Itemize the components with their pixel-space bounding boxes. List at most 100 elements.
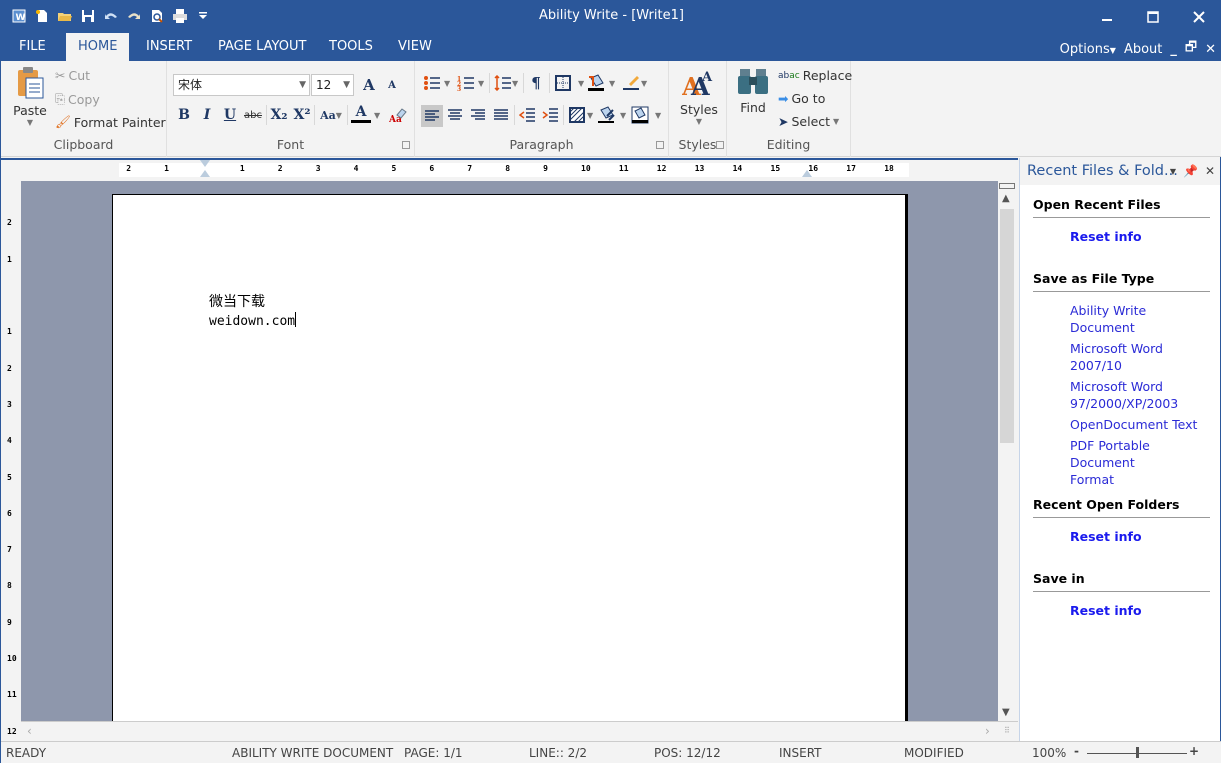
numbering-button[interactable]: 123 (456, 73, 476, 93)
pin-icon[interactable]: 📌 (1183, 158, 1198, 185)
zoom-out-button[interactable]: - (1074, 744, 1079, 758)
chevron-down-icon[interactable]: ▼ (578, 79, 584, 88)
background-color-button[interactable] (630, 105, 650, 125)
replace-button[interactable]: ab ac Replace (778, 68, 852, 83)
ruler-tick-label: 13 (694, 164, 705, 173)
chevron-down-icon[interactable]: ▼ (655, 111, 661, 120)
shading-button[interactable] (586, 73, 606, 93)
horizontal-ruler[interactable]: 2 1 1 2 3 4 5 6 7 8 9 10 11 12 13 14 15 16 17 18 (1, 158, 1018, 181)
bullets-button[interactable] (422, 73, 442, 93)
vertical-scrollbar[interactable]: ▲ ▼ (998, 181, 1018, 721)
document-canvas[interactable]: 微当下载 weidown.com (21, 181, 998, 721)
styles-button[interactable]: AAA Styles ▼ (675, 67, 723, 126)
strikethrough-button[interactable]: abc (243, 105, 263, 125)
doc-line-2[interactable]: weidown.com (209, 312, 297, 329)
justify-button[interactable] (491, 105, 511, 125)
bold-button[interactable]: B (174, 105, 194, 125)
doc-restore-button[interactable]: 🗗 (1185, 38, 1197, 60)
pattern-color-button[interactable] (596, 105, 616, 125)
zoom-in-button[interactable]: + (1189, 744, 1199, 758)
font-size-select[interactable]: 12 ▼ (311, 74, 354, 96)
chevron-down-icon[interactable]: ▼ (512, 79, 518, 88)
file-type-pdf[interactable]: PDF Portable Document Format (1070, 437, 1180, 488)
document-page[interactable]: 微当下载 weidown.com (112, 194, 908, 721)
scroll-right-button[interactable]: › (985, 724, 990, 738)
tab-insert[interactable]: INSERT (134, 33, 204, 61)
paragraph-dialog-launcher[interactable] (656, 141, 664, 149)
reset-info-link[interactable]: Reset info (1070, 602, 1142, 619)
format-painter-button[interactable]: 🖌 Format Painter (55, 114, 166, 130)
tab-view[interactable]: VIEW (386, 33, 444, 61)
vertical-ruler[interactable]: 2 1 1 2 3 4 5 6 7 8 9 10 11 12 (1, 181, 21, 741)
vertical-scroll-thumb[interactable] (1000, 209, 1014, 443)
doc-line-1[interactable]: 微当下载 (209, 291, 265, 311)
borders-button[interactable] (553, 73, 573, 93)
font-name-select[interactable]: 宋体 ▼ (173, 74, 310, 96)
font-dialog-launcher[interactable] (402, 141, 410, 149)
highlight-button[interactable] (621, 73, 641, 93)
highlighter-icon (623, 76, 639, 90)
chevron-down-icon[interactable]: ▼ (374, 111, 380, 120)
clear-formatting-button[interactable]: Aa (388, 105, 408, 125)
copy-button[interactable]: ⎘ Copy (55, 91, 100, 107)
doc-minimize-button[interactable]: _ (1170, 42, 1177, 57)
left-indent-marker[interactable] (200, 170, 210, 177)
first-line-indent-marker[interactable] (200, 160, 210, 167)
superscript-button[interactable]: X² (292, 105, 312, 125)
line-spacing-button[interactable] (493, 73, 513, 93)
tab-home[interactable]: HOME (66, 33, 130, 61)
file-type-word-2007[interactable]: Microsoft Word 2007/10 (1070, 340, 1180, 374)
about-menu[interactable]: About (1124, 42, 1162, 57)
hatch-pattern-icon (569, 107, 585, 123)
scroll-down-button[interactable]: ▼ (1002, 707, 1010, 718)
zoom-slider-thumb[interactable] (1136, 747, 1139, 758)
pane-menu-icon[interactable]: ▼ (1170, 158, 1176, 185)
underline-button[interactable]: U (220, 105, 240, 125)
chevron-down-icon[interactable]: ▼ (620, 111, 626, 120)
scroll-left-button[interactable]: ‹ (27, 724, 32, 738)
pattern-button[interactable] (567, 105, 587, 125)
status-mode[interactable]: INSERT (779, 746, 822, 760)
tab-page-layout[interactable]: PAGE LAYOUT (206, 33, 318, 61)
subscript-button[interactable]: X₂ (269, 105, 289, 125)
split-box[interactable] (999, 183, 1015, 189)
reset-info-link[interactable]: Reset info (1070, 528, 1142, 545)
pane-close-icon[interactable]: ✕ (1205, 158, 1215, 185)
chevron-down-icon[interactable]: ▼ (641, 79, 647, 88)
grow-font-button[interactable]: A (359, 75, 379, 95)
decrease-indent-button[interactable] (517, 105, 537, 125)
chevron-down-icon[interactable]: ▼ (444, 79, 450, 88)
horizontal-scrollbar[interactable]: ‹ › ⠿ (21, 721, 1018, 741)
maximize-button[interactable] (1130, 1, 1176, 32)
minimize-button[interactable] (1084, 1, 1130, 32)
select-button[interactable]: ➤ Select ▼ (778, 114, 839, 129)
tab-file[interactable]: FILE (7, 33, 58, 61)
show-formatting-button[interactable]: ¶ (526, 73, 546, 93)
file-type-ability-write[interactable]: Ability Write Document (1070, 302, 1180, 336)
right-indent-marker[interactable] (802, 170, 812, 177)
align-center-button[interactable] (445, 105, 465, 125)
chevron-down-icon[interactable]: ▼ (609, 79, 615, 88)
options-menu[interactable]: Options▼ (1060, 42, 1116, 57)
change-case-button[interactable]: Aa ▼ (318, 105, 344, 125)
font-color-button[interactable]: A (351, 103, 371, 123)
close-button[interactable] (1176, 1, 1221, 32)
find-button[interactable]: Find (733, 67, 773, 115)
tab-tools[interactable]: TOOLS (317, 33, 385, 61)
styles-dialog-launcher[interactable] (716, 141, 724, 149)
scroll-up-button[interactable]: ▲ (1002, 193, 1010, 204)
chevron-down-icon[interactable]: ▼ (478, 79, 484, 88)
chevron-down-icon[interactable]: ▼ (587, 111, 593, 120)
reset-info-link[interactable]: Reset info (1070, 228, 1142, 245)
increase-indent-button[interactable] (540, 105, 560, 125)
shrink-font-button[interactable]: A (382, 75, 402, 95)
file-type-word-97[interactable]: Microsoft Word 97/2000/XP/2003 (1070, 378, 1190, 412)
italic-button[interactable]: I (197, 105, 217, 125)
align-left-button[interactable] (421, 105, 443, 127)
file-type-odt[interactable]: OpenDocument Text (1070, 416, 1210, 433)
paste-button[interactable]: Paste ▼ (11, 66, 49, 138)
align-right-button[interactable] (468, 105, 488, 125)
cut-button[interactable]: ✂ Cut (55, 68, 90, 83)
doc-close-button[interactable]: ✕ (1205, 42, 1216, 57)
goto-button[interactable]: ➡ Go to (778, 91, 825, 106)
